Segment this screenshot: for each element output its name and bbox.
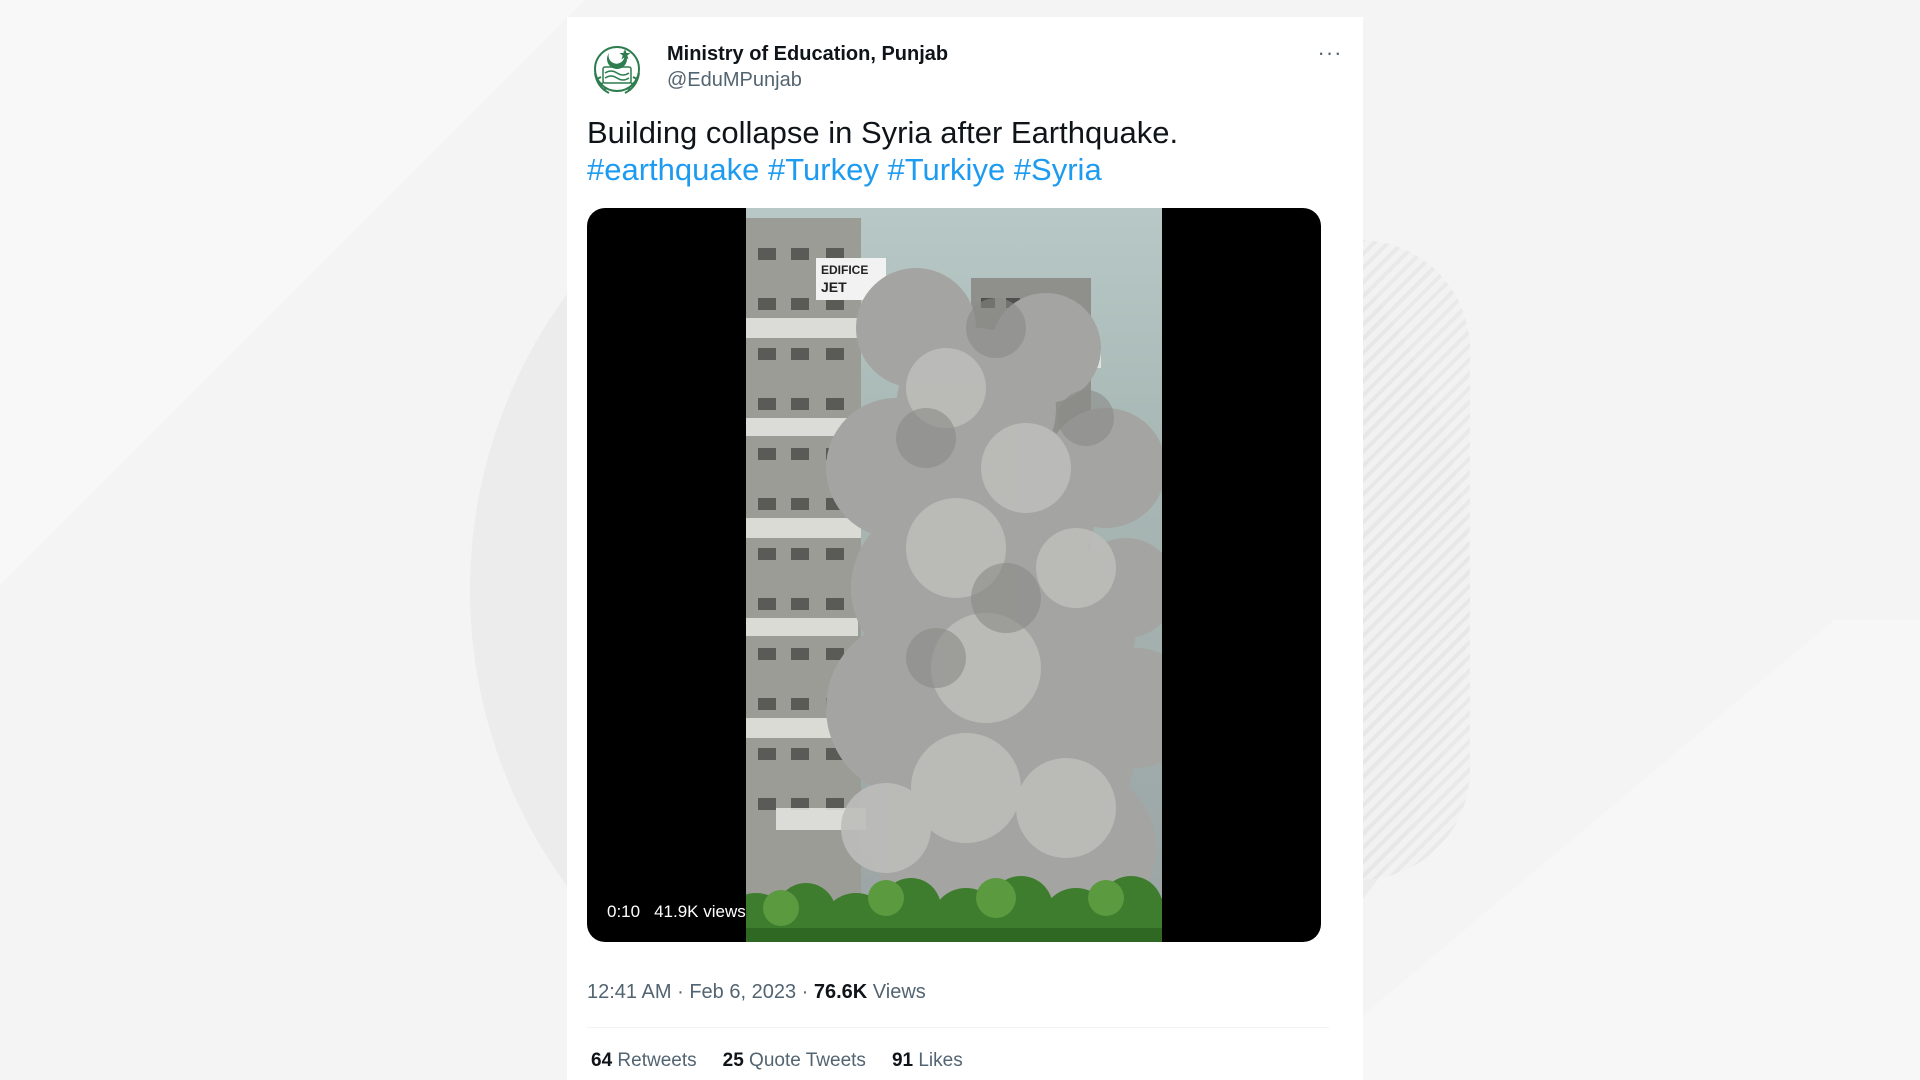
hashtag-line: #earthquake #Turkey #Turkiye #Syria [587,151,1347,188]
hashtag-link[interactable]: #Turkey [768,152,879,187]
author-handle[interactable]: @EduMPunjab [667,69,802,92]
building-collapse-image: EDIFICE JET [746,218,1162,942]
author-name[interactable]: Ministry of Education, Punjab [667,43,948,66]
tweet-date[interactable]: Feb 6, 2023 [689,981,796,1003]
views-label: Views [872,981,926,1003]
quote-tweets-stat[interactable]: 25 Quote Tweets [723,1050,866,1072]
avatar[interactable] [587,39,647,99]
tweet-body: Building collapse in Syria after Earthqu… [587,115,1179,150]
separator: · [677,981,684,1003]
video-duration: 0:10 [607,902,641,921]
retweets-count: 64 [591,1050,613,1071]
tweet-time[interactable]: 12:41 AM [587,981,672,1003]
video-frame: EDIFICE JET [746,208,1162,942]
video-player[interactable]: EDIFICE JET 0:10 41.9K views [587,208,1321,942]
more-dots-icon[interactable]: ··· [1313,42,1347,69]
likes-stat[interactable]: 91 Likes [892,1050,963,1072]
page-background: Ministry of Education, Punjab @EduMPunja… [0,0,1920,1080]
retweets-label: Retweets [617,1050,697,1071]
tweet-header: Ministry of Education, Punjab @EduMPunja… [587,39,1347,99]
banner-text: JET [821,279,847,295]
tweet-card: Ministry of Education, Punjab @EduMPunja… [567,17,1363,1080]
retweets-stat[interactable]: 64 Retweets [591,1050,697,1072]
separator: · [801,981,809,1003]
views-count: 76.6K [813,981,868,1003]
punjab-emblem-icon [594,46,640,94]
hashtag-link[interactable]: #Syria [1014,152,1102,187]
quotes-count: 25 [722,1050,744,1071]
quotes-label: Quote Tweets [749,1050,866,1071]
video-meta: 0:10 41.9K views [607,902,746,922]
tweet-text: Building collapse in Syria after Earthqu… [587,114,1347,188]
engagement-stats: 64 Retweets 25 Quote Tweets 91 Likes [591,1050,963,1072]
banner-text: EDIFICE [821,263,868,277]
hashtag-link[interactable]: #earthquake [587,152,759,187]
likes-label: Likes [918,1050,963,1071]
hashtag-link[interactable]: #Turkiye [887,152,1005,187]
divider [587,1027,1329,1028]
video-views: 41.9K views [654,902,746,921]
likes-count: 91 [891,1050,914,1071]
tweet-timestamp: 12:41 AM · Feb 6, 2023 · 76.6K Views [587,981,926,1004]
